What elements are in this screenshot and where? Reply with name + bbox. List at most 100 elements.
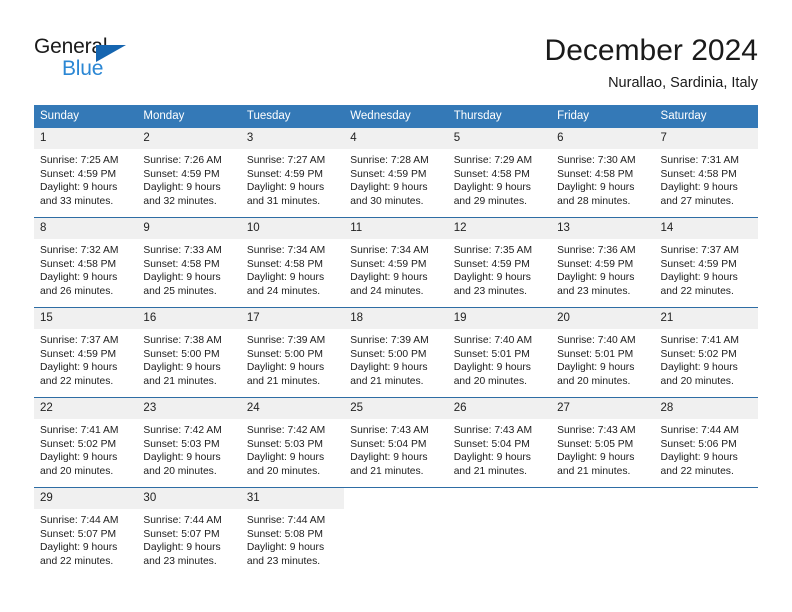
daylight-duration-line2: and 27 minutes.: [660, 196, 734, 208]
sunrise-time: Sunrise: 7:44 AM: [660, 425, 739, 436]
sunrise-time: Sunrise: 7:30 AM: [557, 155, 636, 166]
calendar-day-cell[interactable]: 25 Sunrise: 7:43 AM Sunset: 5:04 PM Dayligh…: [344, 397, 448, 488]
day-details: Sunrise: 7:37 AM Sunset: 4:59 PM Daylight:…: [34, 329, 137, 389]
daylight-duration-line2: and 20 minutes.: [143, 466, 217, 478]
day-number: 4: [344, 128, 448, 149]
day-number: [655, 488, 758, 509]
sunset-time: Sunset: 5:03 PM: [246, 438, 323, 450]
daylight-duration-line2: and 22 minutes.: [40, 556, 114, 568]
calendar-day-cell[interactable]: 23 Sunrise: 7:42 AM Sunset: 5:03 PM Dayligh…: [137, 397, 241, 488]
sunset-time: Sunset: 4:59 PM: [246, 168, 323, 180]
calendar-day-cell[interactable]: 7 Sunrise: 7:31 AM Sunset: 4:58 PM Daylight…: [654, 128, 758, 218]
calendar-day-cell[interactable]: 12 Sunrise: 7:35 AM Sunset: 4:59 PM Dayligh…: [447, 217, 552, 308]
sunset-time: Sunset: 4:58 PM: [40, 258, 117, 270]
calendar-day-cell[interactable]: 5 Sunrise: 7:29 AM Sunset: 4:58 PM Daylight…: [447, 128, 552, 218]
brand-logo[interactable]: General Blue: [34, 33, 234, 89]
sunrise-time: Sunrise: 7:25 AM: [40, 155, 119, 166]
daylight-duration-line1: Daylight: 9 hours: [143, 272, 221, 284]
daylight-duration-line1: Daylight: 9 hours: [350, 362, 428, 374]
weekday-header-saturday: Saturday: [654, 105, 758, 128]
daylight-duration-line1: Daylight: 9 hours: [246, 362, 325, 374]
calendar-day-cell[interactable]: 28 Sunrise: 7:44 AM Sunset: 5:06 PM Dayligh…: [654, 397, 758, 488]
calendar-day-cell[interactable]: 6 Sunrise: 7:30 AM Sunset: 4:58 PM Daylight…: [551, 128, 655, 218]
daylight-duration-line2: and 21 minutes.: [350, 376, 424, 388]
daylight-duration-line1: Daylight: 9 hours: [143, 452, 221, 464]
page-title: December 2024: [544, 34, 758, 67]
daylight-duration-line1: Daylight: 9 hours: [453, 272, 531, 284]
day-number: 30: [137, 488, 241, 509]
weekday-header-tuesday: Tuesday: [240, 105, 345, 128]
weekday-header-friday: Friday: [551, 105, 655, 128]
sunset-time: Sunset: 4:58 PM: [453, 168, 530, 180]
day-number: 3: [240, 128, 345, 149]
day-details: Sunrise: 7:44 AM Sunset: 5:07 PM Daylight:…: [137, 509, 240, 569]
calendar-day-cell[interactable]: 13 Sunrise: 7:36 AM Sunset: 4:59 PM Dayligh…: [551, 217, 655, 308]
calendar-day-cell[interactable]: 22 Sunrise: 7:41 AM Sunset: 5:02 PM Dayligh…: [34, 397, 138, 488]
daylight-duration-line2: and 31 minutes.: [246, 196, 321, 208]
sunset-time: Sunset: 5:02 PM: [40, 438, 117, 450]
sunrise-time: Sunrise: 7:44 AM: [246, 515, 326, 526]
calendar-day-cell[interactable]: 31 Sunrise: 7:44 AM Sunset: 5:08 PM Dayligh…: [240, 487, 345, 577]
sunrise-time: Sunrise: 7:34 AM: [350, 245, 429, 256]
sunset-time: Sunset: 4:58 PM: [143, 258, 220, 270]
calendar-day-cell[interactable]: 24 Sunrise: 7:42 AM Sunset: 5:03 PM Dayligh…: [240, 397, 345, 488]
day-details: Sunrise: 7:29 AM Sunset: 4:58 PM Daylight:…: [448, 149, 551, 209]
day-number: 25: [344, 398, 448, 419]
sunrise-time: Sunrise: 7:36 AM: [557, 245, 636, 256]
daylight-duration-line2: and 23 minutes.: [143, 556, 217, 568]
day-number: 22: [34, 398, 138, 419]
calendar-day-cell[interactable]: 8 Sunrise: 7:32 AM Sunset: 4:58 PM Daylight…: [34, 217, 138, 308]
daylight-duration-line2: and 28 minutes.: [557, 196, 631, 208]
daylight-duration-line1: Daylight: 9 hours: [453, 182, 531, 194]
sunset-time: Sunset: 5:07 PM: [143, 528, 220, 540]
day-details: Sunrise: 7:27 AM Sunset: 4:59 PM Daylight:…: [241, 149, 344, 209]
calendar-day-cell[interactable]: 14 Sunrise: 7:37 AM Sunset: 4:59 PM Dayligh…: [654, 217, 758, 308]
calendar-day-cell[interactable]: 4 Sunrise: 7:28 AM Sunset: 4:59 PM Daylight…: [344, 128, 448, 218]
calendar-week-row: 29 Sunrise: 7:44 AM Sunset: 5:07 PM Dayligh…: [34, 487, 758, 577]
calendar-day-cell[interactable]: 11 Sunrise: 7:34 AM Sunset: 4:59 PM Dayligh…: [344, 217, 448, 308]
calendar-day-cell[interactable]: 30 Sunrise: 7:44 AM Sunset: 5:07 PM Dayligh…: [137, 487, 241, 577]
calendar-day-cell[interactable]: 15 Sunrise: 7:37 AM Sunset: 4:59 PM Dayligh…: [34, 307, 138, 398]
sunset-time: Sunset: 4:59 PM: [453, 258, 530, 270]
calendar-day-cell[interactable]: 1 Sunrise: 7:25 AM Sunset: 4:59 PM Daylight…: [34, 128, 138, 218]
weekday-header-row: Sunday Monday Tuesday Wednesday Thursday…: [34, 105, 758, 128]
day-number: 29: [34, 488, 138, 509]
sunset-time: Sunset: 5:04 PM: [350, 438, 427, 450]
sunset-time: Sunset: 4:59 PM: [350, 258, 427, 270]
weekday-header-monday: Monday: [137, 105, 241, 128]
daylight-duration-line2: and 30 minutes.: [350, 196, 424, 208]
daylight-duration-line2: and 21 minutes.: [246, 376, 321, 388]
calendar-day-cell[interactable]: 16 Sunrise: 7:38 AM Sunset: 5:00 PM Dayligh…: [137, 307, 241, 398]
calendar-day-cell[interactable]: 26 Sunrise: 7:43 AM Sunset: 5:04 PM Dayligh…: [447, 397, 552, 488]
daylight-duration-line1: Daylight: 9 hours: [40, 182, 118, 194]
day-details: Sunrise: 7:38 AM Sunset: 5:00 PM Daylight:…: [137, 329, 240, 389]
day-details: Sunrise: 7:28 AM Sunset: 4:59 PM Daylight:…: [344, 149, 447, 209]
calendar-day-cell[interactable]: 10 Sunrise: 7:34 AM Sunset: 4:58 PM Dayligh…: [240, 217, 345, 308]
sunset-time: Sunset: 4:59 PM: [40, 168, 117, 180]
daylight-duration-line1: Daylight: 9 hours: [143, 182, 221, 194]
calendar-day-cell[interactable]: 21 Sunrise: 7:41 AM Sunset: 5:02 PM Dayligh…: [654, 307, 758, 398]
calendar-day-cell[interactable]: 3 Sunrise: 7:27 AM Sunset: 4:59 PM Daylight…: [240, 128, 345, 218]
day-number: 28: [654, 398, 758, 419]
daylight-duration-line1: Daylight: 9 hours: [350, 182, 428, 194]
calendar-day-cell[interactable]: 27 Sunrise: 7:43 AM Sunset: 5:05 PM Dayligh…: [551, 397, 655, 488]
day-number: [551, 488, 654, 509]
day-number: 5: [447, 128, 552, 149]
day-details: Sunrise: 7:26 AM Sunset: 4:59 PM Daylight:…: [137, 149, 240, 209]
daylight-duration-line2: and 32 minutes.: [143, 196, 217, 208]
calendar-day-cell[interactable]: 19 Sunrise: 7:40 AM Sunset: 5:01 PM Dayligh…: [447, 307, 552, 398]
day-details: Sunrise: 7:44 AM Sunset: 5:06 PM Daylight:…: [655, 419, 758, 479]
calendar-day-cell[interactable]: 2 Sunrise: 7:26 AM Sunset: 4:59 PM Daylight…: [137, 128, 241, 218]
weekday-header-thursday: Thursday: [447, 105, 552, 128]
sunset-time: Sunset: 4:58 PM: [246, 258, 323, 270]
calendar-day-cell[interactable]: 9 Sunrise: 7:33 AM Sunset: 4:58 PM Daylight…: [137, 217, 241, 308]
sunset-time: Sunset: 5:05 PM: [557, 438, 634, 450]
sunrise-time: Sunrise: 7:26 AM: [143, 155, 222, 166]
daylight-duration-line2: and 20 minutes.: [246, 466, 321, 478]
sunset-time: Sunset: 4:58 PM: [660, 168, 737, 180]
calendar-day-cell[interactable]: 18 Sunrise: 7:39 AM Sunset: 5:00 PM Dayligh…: [344, 307, 448, 398]
calendar-day-cell[interactable]: 29 Sunrise: 7:44 AM Sunset: 5:07 PM Dayligh…: [34, 487, 138, 577]
calendar-day-cell[interactable]: 17 Sunrise: 7:39 AM Sunset: 5:00 PM Dayligh…: [240, 307, 345, 398]
sunrise-time: Sunrise: 7:37 AM: [660, 245, 739, 256]
calendar-day-cell[interactable]: 20 Sunrise: 7:40 AM Sunset: 5:01 PM Dayligh…: [551, 307, 655, 398]
